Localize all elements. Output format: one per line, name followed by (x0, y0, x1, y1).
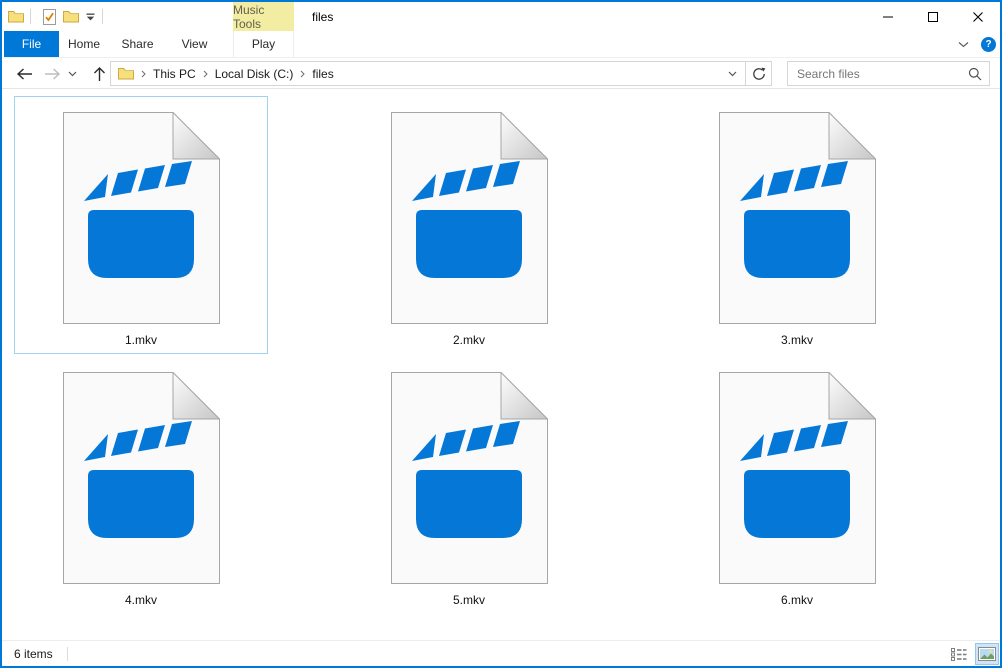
recent-locations-chevron-icon[interactable] (65, 62, 80, 86)
address-folder-icon (118, 68, 134, 80)
large-icons-view-icon[interactable] (975, 643, 999, 665)
file-tile[interactable]: 2.mkv (342, 96, 596, 354)
details-view-icon[interactable] (948, 644, 970, 664)
search-input[interactable] (788, 62, 989, 85)
file-name-label: 1.mkv (124, 333, 157, 347)
view-toggles (948, 641, 999, 666)
tab-file[interactable]: File (4, 31, 59, 57)
ribbon-tab-bar: File Home Share View Play ? (2, 31, 1000, 58)
breadcrumb-item-this-pc[interactable]: This PC (153, 67, 196, 81)
back-icon[interactable] (12, 62, 36, 86)
file-tile[interactable]: 4.mkv (14, 356, 268, 614)
breadcrumb-item-local-disk[interactable]: Local Disk (C:) (215, 67, 294, 81)
close-button[interactable] (955, 2, 1000, 31)
breadcrumb-chevron-icon[interactable] (141, 70, 146, 78)
file-name-label: 4.mkv (124, 593, 157, 607)
breadcrumb-chevron-icon[interactable] (300, 70, 306, 78)
file-name-label: 6.mkv (780, 593, 813, 607)
explorer-window: Music Tools files File Home Share View P… (0, 0, 1002, 668)
video-file-icon (62, 112, 220, 324)
title-bar: Music Tools files (2, 2, 1000, 31)
explorer-app-icon[interactable] (7, 8, 25, 25)
titlebar-separator (30, 9, 31, 24)
forward-icon[interactable] (40, 62, 64, 86)
address-bar[interactable]: This PC Local Disk (C:) files (110, 61, 772, 86)
help-icon[interactable]: ? (981, 36, 996, 52)
search-box (787, 61, 990, 86)
navigation-bar: This PC Local Disk (C:) files (2, 58, 1000, 89)
search-icon (968, 67, 982, 84)
titlebar-separator (102, 9, 103, 24)
video-file-icon (62, 372, 220, 584)
video-file-icon (390, 372, 548, 584)
up-icon[interactable] (86, 62, 112, 86)
file-tile[interactable]: 5.mkv (342, 356, 596, 614)
items-count-label: 6 items (14, 646, 53, 661)
tab-play[interactable]: Play (233, 31, 294, 57)
file-tile[interactable]: 3.mkv (670, 96, 924, 354)
maximize-button[interactable] (910, 2, 955, 31)
file-name-label: 2.mkv (452, 333, 485, 347)
address-bar-controls (720, 62, 771, 85)
breadcrumb-chevron-icon[interactable] (203, 70, 208, 78)
tab-home[interactable]: Home (59, 31, 109, 57)
video-file-icon (390, 112, 548, 324)
file-name-label: 3.mkv (780, 333, 813, 347)
address-dropdown-chevron-icon[interactable] (720, 62, 745, 85)
qat-customize-icon[interactable] (83, 8, 97, 25)
file-list-area: 1.mkv 2.mkv 3.mkv 4.mkv 5.mkv 6.mkv (2, 89, 1000, 640)
video-file-icon (718, 112, 876, 324)
file-name-label: 5.mkv (452, 593, 485, 607)
properties-quick-icon[interactable] (40, 8, 58, 25)
new-folder-quick-icon[interactable] (62, 8, 80, 25)
ribbon-collapse-icon[interactable] (953, 34, 973, 54)
video-file-icon (718, 372, 876, 584)
minimize-button[interactable] (865, 2, 910, 31)
refresh-icon[interactable] (746, 62, 771, 85)
window-title: files (312, 9, 334, 24)
file-grid: 1.mkv 2.mkv 3.mkv 4.mkv 5.mkv 6.mkv (2, 89, 1000, 614)
tab-view[interactable]: View (166, 31, 223, 57)
file-tile[interactable]: 1.mkv (14, 96, 268, 354)
file-tile[interactable]: 6.mkv (670, 356, 924, 614)
breadcrumb-item-files[interactable]: files (312, 67, 333, 81)
music-tools-contextual-tab[interactable]: Music Tools (233, 2, 294, 31)
window-controls (865, 2, 1000, 31)
status-bar-separator (66, 646, 68, 661)
breadcrumb: This PC Local Disk (C:) files (111, 67, 720, 81)
tab-share[interactable]: Share (109, 31, 166, 57)
status-bar: 6 items (2, 640, 1000, 666)
